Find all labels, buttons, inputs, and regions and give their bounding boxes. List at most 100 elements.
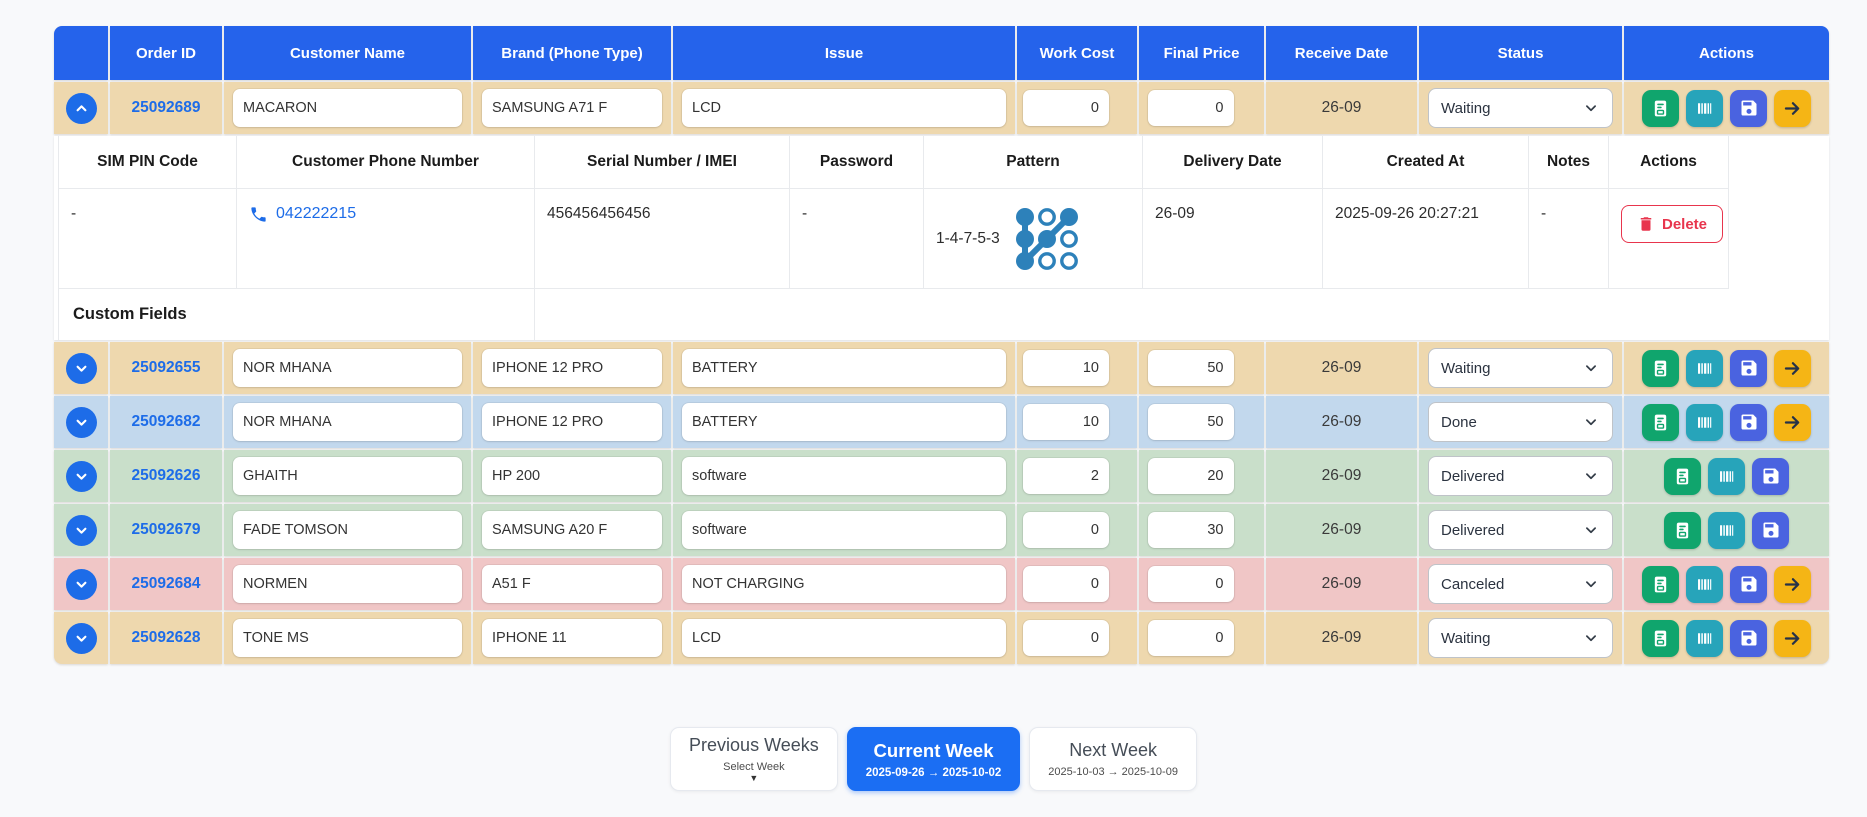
save-row-button[interactable] [1730,620,1767,657]
customer-name-input[interactable]: NOR MHANA [233,403,462,441]
print-barcode-button[interactable] [1686,566,1723,603]
next-week-button[interactable]: Next Week 2025-10-03 → 2025-10-09 [1029,727,1197,791]
forward-order-button[interactable] [1774,404,1811,441]
details-header-notes: Notes [1529,136,1609,189]
expand-row-button[interactable] [66,461,97,492]
brand-input[interactable]: IPHONE 12 PRO [482,403,662,441]
details-header-delivery-date: Delivery Date [1143,136,1323,189]
issue-input[interactable]: BATTERY [682,349,1006,387]
status-select[interactable]: Waiting [1428,88,1613,128]
order-id-link[interactable]: 25092626 [132,467,201,485]
order-id-link[interactable]: 25092689 [132,99,201,117]
brand-input[interactable]: IPHONE 11 [482,619,662,657]
details-header-actions: Actions [1609,136,1729,189]
status-select[interactable]: Waiting [1428,348,1613,388]
row-actions [1642,90,1811,127]
print-barcode-button[interactable] [1686,404,1723,441]
order-id-link[interactable]: 25092628 [132,629,201,647]
brand-input[interactable]: IPHONE 12 PRO [482,349,662,387]
order-id-link[interactable]: 25092679 [132,521,201,539]
print-barcode-button[interactable] [1686,350,1723,387]
customer-phone-link[interactable]: 042222215 [276,205,356,223]
delete-order-button[interactable]: Delete [1621,205,1723,243]
forward-order-button[interactable] [1774,350,1811,387]
next-week-range: 2025-10-03 → 2025-10-09 [1048,766,1178,778]
issue-input[interactable]: NOT CHARGING [682,565,1006,603]
work-cost-input[interactable]: 0 [1023,512,1109,548]
customer-name-input[interactable]: MACARON [233,89,462,127]
print-barcode-button[interactable] [1686,620,1723,657]
final-price-input[interactable]: 20 [1148,458,1234,494]
customer-name-input[interactable]: NORMEN [233,565,462,603]
status-select[interactable]: Canceled [1428,564,1613,604]
expand-row-button[interactable] [66,353,97,384]
final-price-input[interactable]: 30 [1148,512,1234,548]
print-receipt-button[interactable] [1642,90,1679,127]
chevron-down-icon [73,468,90,485]
expand-row-button[interactable] [66,623,97,654]
print-barcode-button[interactable] [1686,90,1723,127]
customer-name-input[interactable]: NOR MHANA [233,349,462,387]
brand-input[interactable]: HP 200 [482,457,662,495]
print-receipt-button[interactable] [1642,620,1679,657]
work-cost-input[interactable]: 0 [1023,620,1109,656]
customer-name-input[interactable]: TONE MS [233,619,462,657]
final-price-input[interactable]: 0 [1148,566,1234,602]
save-row-button[interactable] [1730,404,1767,441]
order-id-link[interactable]: 25092684 [132,575,201,593]
save-row-button[interactable] [1730,566,1767,603]
work-cost-input[interactable]: 0 [1023,90,1109,126]
forward-order-button[interactable] [1774,566,1811,603]
customer-name-input[interactable]: FADE TOMSON [233,511,462,549]
row-actions [1642,350,1811,387]
brand-input[interactable]: SAMSUNG A71 F [482,89,662,127]
final-price-input[interactable]: 50 [1148,404,1234,440]
print-barcode-button[interactable] [1708,458,1745,495]
forward-order-button[interactable] [1774,620,1811,657]
save-row-button[interactable] [1730,350,1767,387]
expanded-order-details: SIM PIN CodeCustomer Phone NumberSerial … [54,136,1829,340]
customer-name-input[interactable]: GHAITH [233,457,462,495]
brand-input[interactable]: A51 F [482,565,662,603]
brand-input[interactable]: SAMSUNG A20 F [482,511,662,549]
order-id-link[interactable]: 25092682 [132,413,201,431]
status-select-value: Delivered [1441,522,1504,539]
print-receipt-button[interactable] [1642,404,1679,441]
save-row-button[interactable] [1730,90,1767,127]
current-week-range: 2025-09-26 → 2025-10-02 [866,767,1002,779]
previous-weeks-button[interactable]: Previous Weeks Select Week ▼ [670,727,838,791]
next-week-label: Next Week [1069,740,1157,761]
issue-input[interactable]: BATTERY [682,403,1006,441]
print-barcode-button[interactable] [1708,512,1745,549]
status-select[interactable]: Done [1428,402,1613,442]
expand-row-button[interactable] [66,515,97,546]
status-select[interactable]: Delivered [1428,456,1613,496]
print-receipt-button[interactable] [1664,458,1701,495]
current-week-button[interactable]: Current Week 2025-09-26 → 2025-10-02 [847,727,1021,791]
order-id-link[interactable]: 25092655 [132,359,201,377]
final-price-input[interactable]: 0 [1148,90,1234,126]
print-receipt-button[interactable] [1664,512,1701,549]
collapse-row-button[interactable] [66,93,97,124]
current-week-label: Current Week [874,740,994,762]
status-select[interactable]: Delivered [1428,510,1613,550]
issue-input[interactable]: LCD [682,619,1006,657]
work-cost-input[interactable]: 10 [1023,350,1109,386]
issue-input[interactable]: software [682,457,1006,495]
save-row-button[interactable] [1752,512,1789,549]
final-price-input[interactable]: 50 [1148,350,1234,386]
print-receipt-button[interactable] [1642,350,1679,387]
work-cost-input[interactable]: 2 [1023,458,1109,494]
expand-row-button[interactable] [66,407,97,438]
expand-row-button[interactable] [66,569,97,600]
save-row-button[interactable] [1752,458,1789,495]
issue-input[interactable]: LCD [682,89,1006,127]
forward-order-button[interactable] [1774,90,1811,127]
status-select[interactable]: Waiting [1428,618,1613,658]
work-cost-input[interactable]: 0 [1023,566,1109,602]
issue-input[interactable]: software [682,511,1006,549]
print-receipt-button[interactable] [1642,566,1679,603]
work-cost-input[interactable]: 10 [1023,404,1109,440]
final-price-input[interactable]: 0 [1148,620,1234,656]
trash-icon [1637,215,1655,233]
